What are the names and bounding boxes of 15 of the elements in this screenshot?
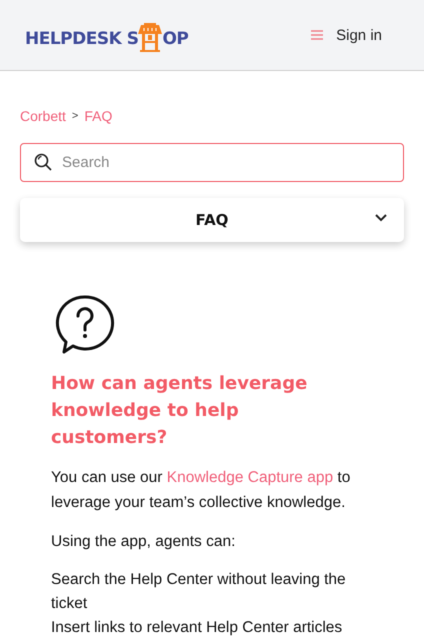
- sign-in-link[interactable]: Sign in: [336, 26, 382, 44]
- breadcrumb-separator: >: [72, 110, 78, 122]
- logo-text[interactable]: HELPDESK S: [25, 29, 138, 49]
- category-dropdown[interactable]: FAQ: [20, 198, 404, 242]
- chevron-down-icon: [375, 214, 387, 222]
- list-text: Search the Help Center without leaving the ticket: [51, 570, 347, 614]
- paragraph: You can use our Knowledge Capture app to leverage your team’s collective knowledge.: [51, 468, 352, 513]
- search-field[interactable]: Search: [20, 143, 404, 182]
- paragraph: Using the app, agents can:: [51, 532, 236, 552]
- menu-icon[interactable]: [311, 30, 324, 40]
- shop-icon: [138, 21, 162, 53]
- logo-text[interactable]: OP: [162, 29, 188, 49]
- article-title: How can agents leverage knowledge to help customers?: [51, 372, 308, 450]
- list-text: Insert links to relevant Help Center articles: [51, 618, 344, 638]
- question-bubble-icon: [55, 294, 115, 356]
